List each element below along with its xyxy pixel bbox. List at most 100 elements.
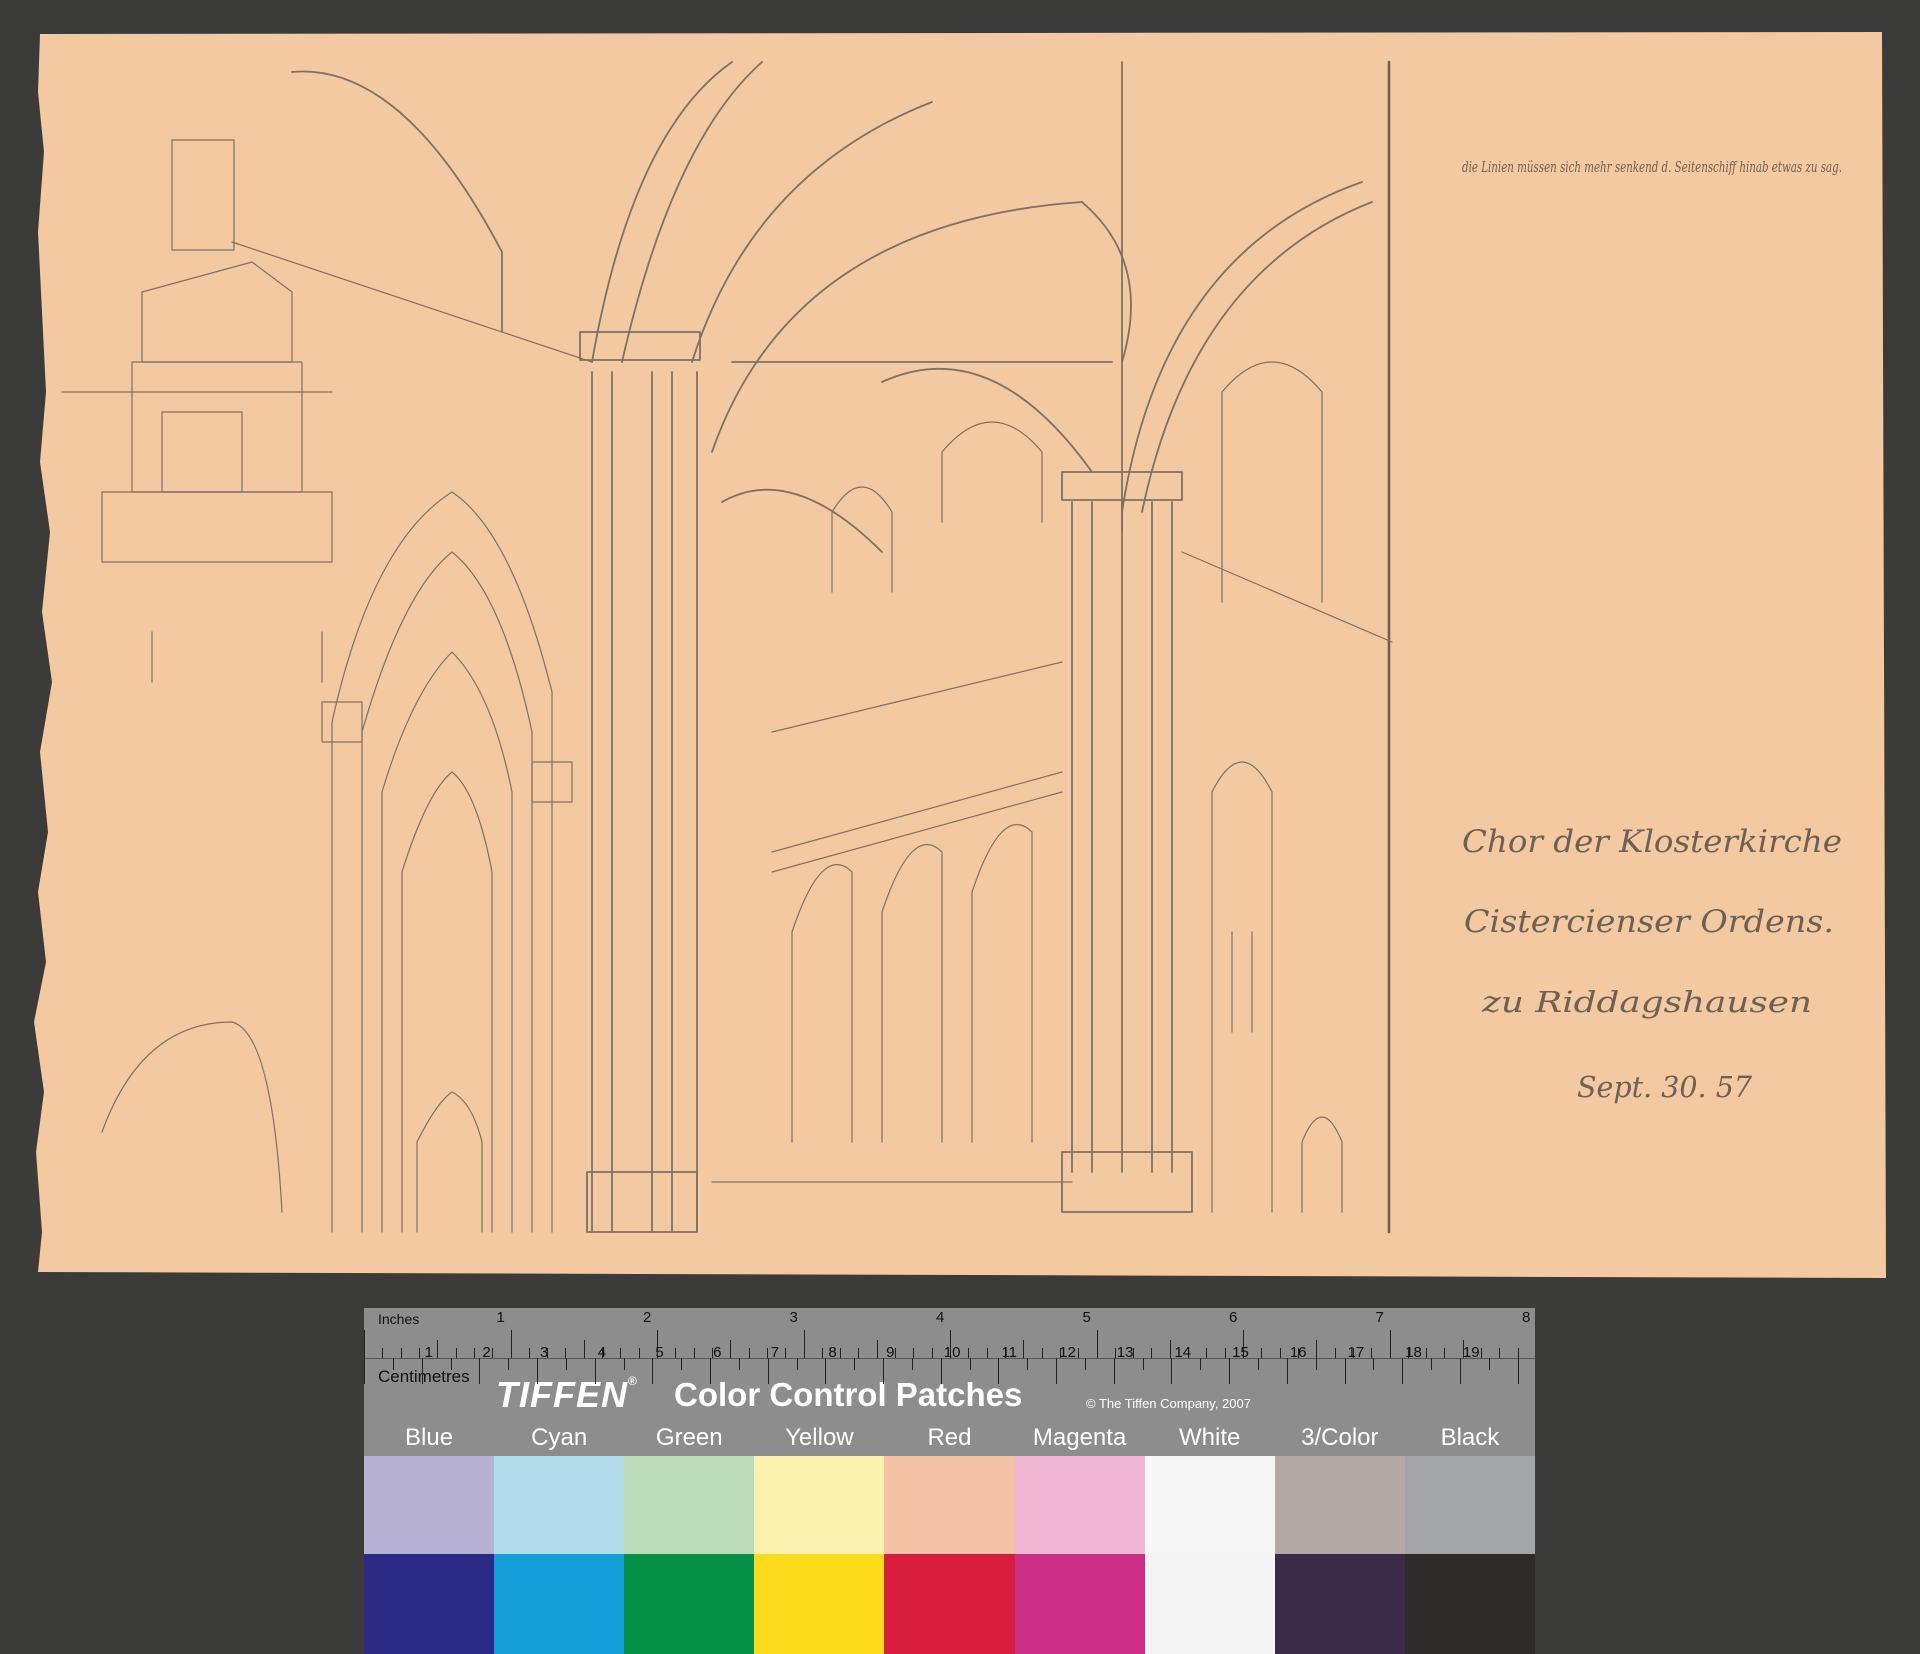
ruler-tick — [1114, 1348, 1116, 1358]
cm-number: 9 — [886, 1344, 895, 1361]
ruler-tick — [681, 1358, 683, 1370]
ruler-tick — [1078, 1348, 1080, 1358]
ruler-tick — [1056, 1358, 1058, 1384]
ruler-tick — [1517, 1358, 1519, 1384]
cm-number: 3 — [540, 1344, 549, 1361]
ruler-tick — [1206, 1348, 1208, 1358]
cm-number: 13 — [1116, 1344, 1134, 1361]
patch-label: White — [1179, 1424, 1241, 1451]
cm-number: 16 — [1289, 1344, 1307, 1361]
pencil-sketch-sheet: die Linien müssen sich mehr senkend d. S… — [34, 32, 1886, 1278]
ruler-tick — [1402, 1358, 1404, 1384]
ruler-tick — [565, 1348, 567, 1358]
ruler-tick — [1151, 1348, 1153, 1358]
cm-number: 11 — [1001, 1344, 1018, 1361]
ruler-tick — [1488, 1358, 1490, 1370]
ruler-tick — [620, 1348, 622, 1358]
patch-label: Black — [1440, 1424, 1500, 1451]
light-color-patch — [1274, 1456, 1405, 1554]
ruler-tick — [913, 1348, 915, 1358]
ruler-tick — [638, 1348, 640, 1358]
light-color-patch — [624, 1456, 755, 1554]
inches-label: Inches — [378, 1311, 420, 1327]
copyright-text: © The Tiffen Company, 2007 — [1086, 1396, 1251, 1411]
ruler-tick — [565, 1358, 567, 1370]
ruler-tick — [840, 1348, 842, 1358]
ruler-tick — [1261, 1348, 1263, 1358]
ruler-tick — [1373, 1358, 1375, 1370]
product-title: Color Control Patches — [674, 1376, 1023, 1413]
ruler-tick — [400, 1348, 402, 1358]
ruler-tick — [1171, 1358, 1173, 1384]
dark-color-patch — [494, 1554, 625, 1654]
cm-number: 6 — [713, 1344, 722, 1361]
dark-color-patch — [364, 1554, 495, 1654]
dark-color-patch — [1274, 1554, 1405, 1654]
light-color-patch — [754, 1456, 885, 1554]
patch-label: 3/Color — [1301, 1424, 1379, 1451]
ruler-tick — [1444, 1348, 1446, 1358]
ruler-tick — [392, 1358, 394, 1370]
inch-number: 6 — [1229, 1309, 1238, 1326]
ruler-tick — [1481, 1348, 1483, 1358]
ruler-tick — [594, 1358, 596, 1384]
ruler-tick — [1027, 1358, 1029, 1370]
ruler-tick — [998, 1358, 1000, 1384]
ruler-tick — [1041, 1348, 1043, 1358]
ruler-tick — [1096, 1330, 1098, 1358]
inch-number: 5 — [1082, 1309, 1091, 1326]
ruler-tick — [710, 1358, 712, 1384]
dark-color-patch — [754, 1554, 885, 1654]
ruler-tick — [1257, 1358, 1259, 1370]
ruler-tick — [748, 1348, 750, 1358]
inch-number: 1 — [496, 1309, 505, 1326]
patch-label: Blue — [405, 1424, 454, 1451]
light-color-patch — [1404, 1456, 1535, 1554]
ruler-tick — [1229, 1358, 1231, 1384]
inch-number: 3 — [789, 1309, 798, 1326]
inch-number: 4 — [936, 1309, 945, 1326]
ruler-tick — [911, 1358, 913, 1370]
ruler-tick — [1315, 1358, 1317, 1370]
ruler-tick — [473, 1348, 475, 1358]
ruler-tick — [1371, 1348, 1373, 1358]
ruler-tick — [479, 1358, 481, 1384]
centimetres-label: Centimetres — [378, 1367, 470, 1386]
ruler-tick — [767, 1358, 769, 1384]
ruler-tick — [1169, 1340, 1171, 1358]
dark-color-patch — [884, 1554, 1015, 1654]
ruler-tick — [858, 1348, 860, 1358]
dark-color-patch — [1014, 1554, 1145, 1654]
dark-patch-row — [364, 1554, 1535, 1654]
ruler-tick — [537, 1358, 539, 1384]
ruler-tick — [583, 1340, 585, 1358]
dark-color-patch — [1144, 1554, 1275, 1654]
ruler-tick — [1224, 1348, 1226, 1358]
ruler-tick — [766, 1348, 768, 1358]
inch-number: 7 — [1375, 1309, 1384, 1326]
patch-label: Red — [927, 1424, 972, 1451]
ruler-tick — [450, 1358, 452, 1370]
ruler-tick — [1517, 1348, 1519, 1358]
cm-number: 12 — [1059, 1344, 1076, 1361]
patch-label: Magenta — [1032, 1424, 1127, 1451]
light-color-patch — [494, 1456, 625, 1554]
light-color-patch — [364, 1456, 495, 1554]
ruler-tick — [1200, 1358, 1202, 1370]
ruler-tick — [876, 1340, 878, 1358]
ruler-tick — [738, 1358, 740, 1370]
ruler-tick — [1459, 1358, 1461, 1384]
title-line-1: Chor der Klosterkirche — [1462, 824, 1842, 860]
title-line-2: Cistercienser Ordens. — [1464, 904, 1834, 940]
ruler-tick — [455, 1348, 457, 1358]
ruler-tick — [1084, 1358, 1086, 1370]
title-line-3: zu Riddagshausen — [1481, 985, 1812, 1019]
patch-labels: Blue Cyan Green Yellow Red Magenta White 3/Colo… — [364, 1422, 1535, 1454]
ruler-tick — [940, 1358, 942, 1384]
ruler-tick — [1426, 1348, 1428, 1358]
ruler-tick — [803, 1330, 805, 1358]
dark-color-patch — [1404, 1554, 1535, 1654]
ruler-tick — [1113, 1358, 1115, 1384]
cm-number: 2 — [482, 1344, 491, 1361]
patch-label: Green — [655, 1424, 723, 1451]
